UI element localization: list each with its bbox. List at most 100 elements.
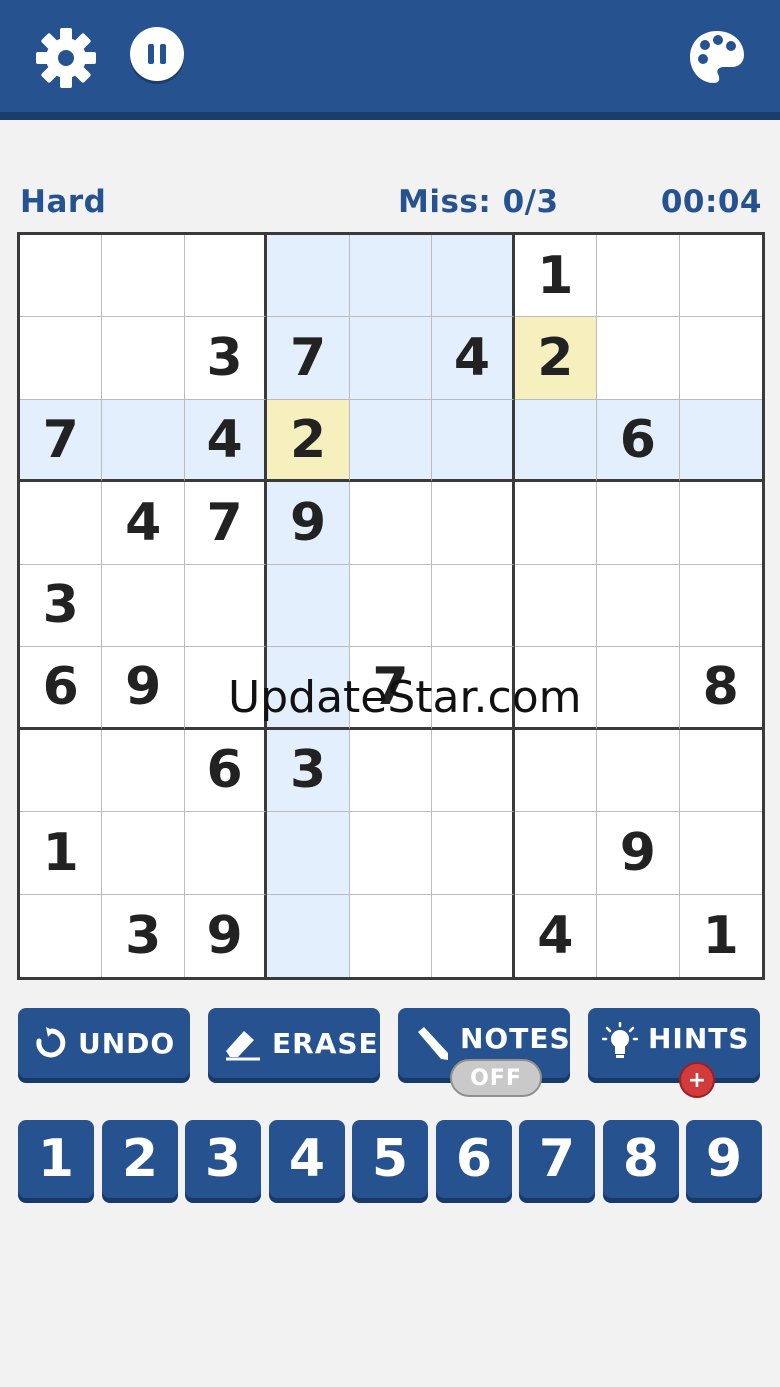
board-cell-r5c1[interactable]: 3 <box>20 564 103 648</box>
number-button-4[interactable]: 4 <box>269 1120 345 1198</box>
board-cell-r5c8[interactable] <box>597 564 680 648</box>
board-cell-r5c3[interactable] <box>184 564 268 648</box>
number-button-3[interactable]: 3 <box>185 1120 261 1198</box>
board-cell-r4c3[interactable]: 7 <box>184 482 268 565</box>
board-cell-r6c3[interactable] <box>184 647 268 730</box>
board-cell-r8c5[interactable] <box>349 812 433 895</box>
board-cell-r1c9[interactable] <box>679 235 762 318</box>
board-cell-r2c6[interactable]: 4 <box>432 317 515 400</box>
board-cell-r3c7[interactable] <box>514 399 598 483</box>
board-cell-r7c2[interactable] <box>102 729 185 813</box>
difficulty-label: Hard <box>20 184 107 220</box>
board-cell-r9c3[interactable]: 9 <box>185 894 268 977</box>
board-cell-r3c8[interactable]: 6 <box>597 399 680 483</box>
board-cell-r8c1[interactable]: 1 <box>20 812 103 895</box>
number-button-8[interactable]: 8 <box>603 1120 679 1198</box>
number-button-5[interactable]: 5 <box>352 1120 428 1198</box>
board-cell-r4c7[interactable] <box>514 482 598 565</box>
board-cell-r6c6[interactable] <box>432 647 515 730</box>
board-cell-r3c9[interactable] <box>679 399 762 483</box>
board-cell-r3c4[interactable]: 2 <box>267 399 350 483</box>
board-cell-r7c9[interactable] <box>679 730 762 813</box>
board-cell-r5c9[interactable] <box>679 565 762 648</box>
board-cell-r4c5[interactable] <box>349 482 433 565</box>
board-cell-r2c4[interactable]: 7 <box>267 317 350 400</box>
board-cell-r5c2[interactable] <box>102 564 185 648</box>
board-cell-r9c1[interactable] <box>20 894 103 977</box>
board-cell-r9c4[interactable] <box>267 894 350 977</box>
board-cell-r6c9[interactable]: 8 <box>679 647 762 730</box>
board-cell-r3c2[interactable] <box>102 399 185 483</box>
hints-add-badge[interactable]: + <box>679 1062 715 1098</box>
board-cell-r5c7[interactable] <box>514 564 598 648</box>
board-cell-r7c3[interactable]: 6 <box>184 729 268 813</box>
miss-counter: Miss: 0/3 <box>398 184 559 220</box>
board-cell-r6c1[interactable]: 6 <box>20 647 103 730</box>
board-cell-r6c4[interactable] <box>267 647 350 730</box>
board-cell-r9c9[interactable]: 1 <box>680 895 762 977</box>
board-cell-r9c8[interactable] <box>597 894 680 977</box>
palette-icon[interactable] <box>688 28 746 86</box>
board-cell-r1c2[interactable] <box>102 235 185 318</box>
board-cell-r7c8[interactable] <box>597 729 680 813</box>
board-cell-r2c2[interactable] <box>102 317 185 400</box>
board-cell-r7c6[interactable] <box>432 729 515 813</box>
board-cell-r8c4[interactable] <box>267 812 350 895</box>
board-cell-r6c7[interactable] <box>514 647 598 730</box>
board-cell-r7c5[interactable] <box>349 729 433 813</box>
board-cell-r9c5[interactable] <box>350 894 433 977</box>
board-cell-r3c5[interactable] <box>349 399 433 483</box>
number-button-9[interactable]: 9 <box>686 1120 762 1198</box>
board-cell-r6c2[interactable]: 9 <box>102 647 185 730</box>
board-cell-r7c1[interactable] <box>20 729 103 813</box>
board-cell-r1c5[interactable] <box>349 235 433 318</box>
board-cell-r2c3[interactable]: 3 <box>184 317 268 400</box>
hints-button[interactable]: HINTS <box>588 1008 760 1078</box>
board-cell-r1c7[interactable]: 1 <box>514 235 598 318</box>
board-cell-r3c6[interactable] <box>432 399 515 483</box>
number-button-6[interactable]: 6 <box>436 1120 512 1198</box>
board-cell-r4c9[interactable] <box>679 482 762 565</box>
notes-toggle-badge[interactable]: OFF <box>450 1059 542 1097</box>
board-cell-r2c7[interactable]: 2 <box>514 317 598 400</box>
board-cell-r3c1[interactable]: 7 <box>20 399 103 483</box>
number-button-1[interactable]: 1 <box>18 1120 94 1198</box>
pause-icon[interactable] <box>128 26 186 86</box>
board-cell-r2c8[interactable] <box>597 317 680 400</box>
board-cell-r4c8[interactable] <box>597 482 680 565</box>
board-cell-r8c6[interactable] <box>432 812 515 895</box>
board-cell-r5c6[interactable] <box>432 564 515 648</box>
board-cell-r8c3[interactable] <box>184 812 268 895</box>
board-cell-r7c4[interactable]: 3 <box>267 729 350 813</box>
board-cell-r8c9[interactable] <box>679 812 762 895</box>
number-button-7[interactable]: 7 <box>519 1120 595 1198</box>
board-cell-r5c5[interactable] <box>349 564 433 648</box>
board-cell-r4c4[interactable]: 9 <box>267 482 350 565</box>
number-button-2[interactable]: 2 <box>102 1120 178 1198</box>
board-cell-r6c8[interactable] <box>597 647 680 730</box>
board-cell-r1c8[interactable] <box>597 235 680 318</box>
board-cell-r8c7[interactable] <box>514 812 598 895</box>
board-cell-r8c2[interactable] <box>102 812 185 895</box>
board-cell-r2c1[interactable] <box>20 317 103 400</box>
board-cell-r1c6[interactable] <box>432 235 515 318</box>
board-cell-r4c1[interactable] <box>20 482 103 565</box>
board-cell-r2c5[interactable] <box>349 317 433 400</box>
board-cell-r3c3[interactable]: 4 <box>184 399 268 483</box>
board-cell-r9c2[interactable]: 3 <box>102 894 185 977</box>
board-cell-r4c6[interactable] <box>432 482 515 565</box>
board-cell-r2c9[interactable] <box>679 317 762 400</box>
board-cell-r1c4[interactable] <box>267 235 350 318</box>
board-cell-r1c1[interactable] <box>20 235 103 318</box>
undo-button[interactable]: UNDO <box>18 1008 190 1078</box>
gear-icon[interactable] <box>34 26 98 90</box>
board-cell-r5c4[interactable] <box>267 564 350 648</box>
board-cell-r9c7[interactable]: 4 <box>515 894 598 977</box>
board-cell-r8c8[interactable]: 9 <box>597 812 680 895</box>
board-cell-r4c2[interactable]: 4 <box>102 482 185 565</box>
board-cell-r6c5[interactable]: 7 <box>349 647 433 730</box>
board-cell-r1c3[interactable] <box>184 235 268 318</box>
board-cell-r9c6[interactable] <box>432 894 515 977</box>
board-cell-r7c7[interactable] <box>514 729 598 813</box>
erase-button[interactable]: ERASE <box>208 1008 380 1078</box>
